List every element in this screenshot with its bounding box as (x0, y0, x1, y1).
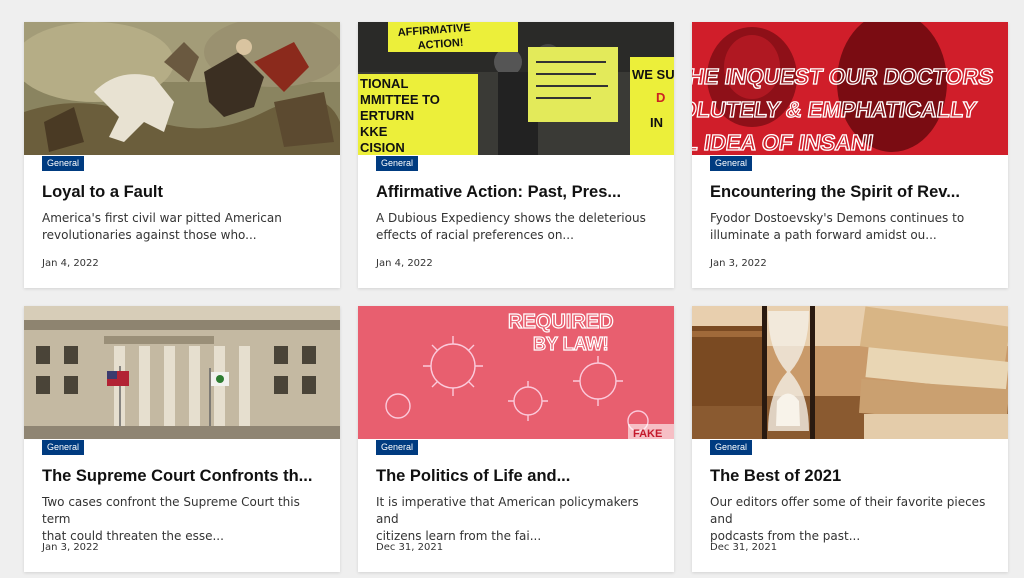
article-thumbnail[interactable]: AFFIRMATIVE ACTION! TIONAL MMITTEE TO ER… (358, 22, 674, 155)
overlay-text: REQUIRED (508, 311, 614, 333)
government-building-image (24, 306, 340, 439)
article-date: Jan 3, 2022 (710, 258, 767, 269)
overlay-text: FAKE (633, 428, 662, 439)
category-badge[interactable]: General (710, 440, 753, 455)
excerpt-line: Fyodor Dostoevsky's Demons continues to (710, 211, 965, 225)
article-excerpt: It is imperative that American policymak… (376, 494, 662, 545)
article-title[interactable]: Loyal to a Fault (42, 183, 326, 202)
article-title[interactable]: The Supreme Court Confronts th... (42, 467, 326, 486)
category-badge[interactable]: General (710, 156, 753, 171)
article-card[interactable]: HE INQUEST OUR DOCTORS OLUTELY & EMPHATI… (692, 22, 1008, 288)
overlay-text: BY LAW! (533, 334, 609, 354)
article-date: Jan 4, 2022 (376, 258, 433, 269)
sign-text: D (656, 90, 665, 105)
painting-battle-image (24, 22, 340, 155)
excerpt-line: Our editors offer some of their favorite… (710, 495, 986, 526)
article-thumbnail[interactable]: HE INQUEST OUR DOCTORS OLUTELY & EMPHATI… (692, 22, 1008, 155)
article-card[interactable]: AFFIRMATIVE ACTION! TIONAL MMITTEE TO ER… (358, 22, 674, 288)
article-grid: General Loyal to a Fault America's first… (24, 22, 1008, 572)
article-excerpt: Two cases confront the Supreme Court thi… (42, 494, 328, 545)
article-excerpt: America's first civil war pitted America… (42, 210, 328, 244)
article-title[interactable]: Affirmative Action: Past, Pres... (376, 183, 660, 202)
sign-text: KKE (360, 124, 388, 139)
article-thumbnail[interactable] (24, 22, 340, 155)
article-card[interactable]: General The Supreme Court Confronts th..… (24, 306, 340, 572)
article-title[interactable]: The Politics of Life and... (376, 467, 660, 486)
article-card[interactable]: General Loyal to a Fault America's first… (24, 22, 340, 288)
protest-signs-image: AFFIRMATIVE ACTION! TIONAL MMITTEE TO ER… (358, 22, 674, 155)
excerpt-line: illuminate a path forward amidst ou... (710, 228, 937, 242)
overlay-text: HE INQUEST OUR DOCTORS (692, 64, 995, 89)
article-excerpt: Our editors offer some of their favorite… (710, 494, 996, 545)
category-badge[interactable]: General (42, 440, 85, 455)
article-thumbnail[interactable]: REQUIRED BY LAW! FAKE (358, 306, 674, 439)
red-text-portrait-image: HE INQUEST OUR DOCTORS OLUTELY & EMPHATI… (692, 22, 1008, 155)
category-badge[interactable]: General (376, 156, 419, 171)
hourglass-books-image (692, 306, 1008, 439)
excerpt-line: Two cases confront the Supreme Court thi… (42, 495, 300, 526)
article-excerpt: A Dubious Expediency shows the deleterio… (376, 210, 662, 244)
sign-text: CISION (360, 140, 405, 155)
excerpt-line: revolutionaries against those who... (42, 228, 257, 242)
sign-text: MMITTEE TO (360, 92, 440, 107)
article-thumbnail[interactable] (692, 306, 1008, 439)
red-virus-image: REQUIRED BY LAW! FAKE (358, 306, 674, 439)
excerpt-line: A Dubious Expediency shows the deleterio… (376, 211, 646, 225)
article-title[interactable]: The Best of 2021 (710, 467, 994, 486)
article-date: Dec 31, 2021 (710, 542, 778, 553)
article-title[interactable]: Encountering the Spirit of Rev... (710, 183, 994, 202)
article-thumbnail[interactable] (24, 306, 340, 439)
sign-text: ERTURN (360, 108, 414, 123)
overlay-text: OLUTELY & EMPHATICALLY (692, 97, 979, 122)
article-date: Jan 3, 2022 (42, 542, 99, 553)
category-badge[interactable]: General (42, 156, 85, 171)
article-card[interactable]: General The Best of 2021 Our editors off… (692, 306, 1008, 572)
sign-text: IN (650, 115, 663, 130)
overlay-text: L IDEA OF INSANI (692, 130, 875, 155)
category-badge[interactable]: General (376, 440, 419, 455)
excerpt-line: It is imperative that American policymak… (376, 495, 639, 526)
excerpt-line: America's first civil war pitted America… (42, 211, 282, 225)
article-date: Dec 31, 2021 (376, 542, 444, 553)
article-excerpt: Fyodor Dostoevsky's Demons continues to … (710, 210, 996, 244)
excerpt-line: effects of racial preferences on... (376, 228, 574, 242)
article-date: Jan 4, 2022 (42, 258, 99, 269)
sign-text: TIONAL (360, 76, 408, 91)
sign-text: WE SU (632, 67, 674, 82)
article-card[interactable]: REQUIRED BY LAW! FAKE General The Politi… (358, 306, 674, 572)
